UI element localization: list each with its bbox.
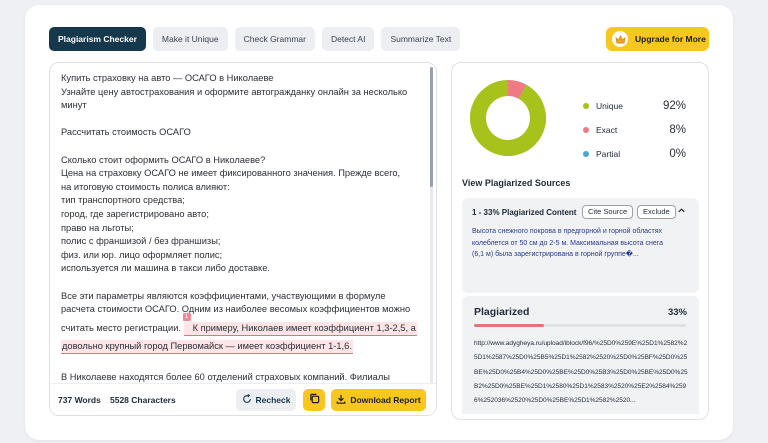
editor-scrollbar[interactable] xyxy=(430,67,433,385)
text-line-highlighted: считать место регистрации. 1К примеру, Н… xyxy=(61,312,423,336)
refresh-icon xyxy=(242,394,252,406)
tab-summarize-text[interactable]: Summarize Text xyxy=(381,27,461,51)
character-count: 5528 Characters xyxy=(110,395,176,405)
text-line: Все эти параметры являются коэффициентам… xyxy=(61,290,386,301)
results-panel: Unique 92% Exact 8% Partial 0% View Plag… xyxy=(451,62,709,420)
exact-dot-icon xyxy=(583,127,589,133)
crown-icon xyxy=(612,31,628,47)
source-card[interactable]: 1 - 33% Plagiarized Content Cite Source … xyxy=(462,198,699,293)
text-editor[interactable]: Купить страховку на авто — ОСАГО в Никол… xyxy=(49,62,437,416)
results-donut-chart xyxy=(470,80,546,156)
legend-partial: Partial 0% xyxy=(583,142,686,166)
text-line: Узнайте цену автострахования и оформите … xyxy=(61,86,408,97)
text-line: полис с франшизой / без франшизы; xyxy=(61,236,221,247)
sources-title: View Plagiarized Sources xyxy=(462,178,571,188)
legend-unique: Unique 92% xyxy=(583,94,686,118)
text-line: на итоговую стоимость полиса влияют: xyxy=(61,181,230,192)
download-icon xyxy=(336,394,346,406)
legend-label: Exact xyxy=(596,125,618,135)
results-legend: Unique 92% Exact 8% Partial 0% xyxy=(583,94,686,166)
plagiarized-title: Plagiarized xyxy=(474,306,530,318)
text-line: тип транспортного средства; xyxy=(61,195,185,206)
exclude-button[interactable]: Exclude xyxy=(637,205,676,219)
upgrade-button[interactable]: Upgrade for More xyxy=(606,27,709,51)
text-line: Сколько стоит оформить ОСАГО в Николаеве… xyxy=(61,154,266,165)
legend-value: 92% xyxy=(662,100,686,112)
plagiarized-progress-bar xyxy=(474,324,686,327)
unique-dot-icon xyxy=(583,103,589,109)
plagiarized-section: Plagiarized 33% http://www.adygheya.ru/u… xyxy=(462,296,699,414)
source-url-link[interactable]: http://www.adygheya.ru/upload/iblock/f96… xyxy=(474,337,689,408)
highlight-text: К примеру, Николаев имеет коэффициент 1,… xyxy=(192,322,416,333)
legend-label: Unique xyxy=(596,101,623,111)
tab-detect-ai[interactable]: Detect AI xyxy=(321,27,375,51)
legend-value: 8% xyxy=(669,124,686,136)
text-line: минут xyxy=(61,100,87,111)
text-line: используется ли машина в такси либо дост… xyxy=(61,263,270,274)
tab-check-grammar[interactable]: Check Grammar xyxy=(234,27,315,51)
editor-footer: 737 Words 5528 Characters Recheck Downlo… xyxy=(50,383,436,415)
text-line: город, где зарегистрировано авто; xyxy=(61,208,209,219)
match-marker: 1 xyxy=(182,312,191,321)
plagiarism-highlight[interactable]: довольно крупный город Первомайск — имее… xyxy=(61,340,353,355)
text-line: право на льготы; xyxy=(61,222,134,233)
upgrade-label: Upgrade for More xyxy=(635,34,706,44)
tab-make-it-unique[interactable]: Make it Unique xyxy=(152,27,228,51)
download-report-button[interactable]: Download Report xyxy=(331,389,426,411)
source-heading: 1 - 33% Plagiarized Content xyxy=(472,208,577,217)
chevron-up-icon[interactable] xyxy=(677,206,686,217)
legend-exact: Exact 8% xyxy=(583,118,686,142)
partial-dot-icon xyxy=(583,151,589,157)
tool-tabs: Plagiarism Checker Make it Unique Check … xyxy=(49,27,461,51)
text-line: расчета стоимости ОСАГО. Одним из наибол… xyxy=(61,304,411,315)
download-label: Download Report xyxy=(350,395,421,405)
plagiarized-percent: 33% xyxy=(667,307,687,318)
recheck-button[interactable]: Recheck xyxy=(236,389,296,411)
plagiarism-highlight[interactable]: 1К примеру, Николаев имеет коэффициент 1… xyxy=(182,312,417,336)
editor-content[interactable]: Купить страховку на авто — ОСАГО в Никол… xyxy=(61,72,423,386)
text-line-highlighted: довольно крупный город Первомайск — имее… xyxy=(61,340,423,355)
legend-label: Partial xyxy=(596,149,621,159)
recheck-label: Recheck xyxy=(255,395,291,405)
progress-fill xyxy=(474,324,544,327)
copy-button[interactable] xyxy=(303,389,325,411)
text-line: Рассчитать стоимость ОСАГО xyxy=(61,127,191,138)
scrollbar-thumb[interactable] xyxy=(430,67,433,187)
text-plain: считать место регистрации. xyxy=(61,322,181,333)
tab-plagiarism-checker[interactable]: Plagiarism Checker xyxy=(49,27,146,51)
word-count: 737 Words xyxy=(58,395,101,405)
text-line: Купить страховку на авто — ОСАГО в Никол… xyxy=(61,73,274,83)
legend-value: 0% xyxy=(669,148,686,160)
copy-icon xyxy=(309,391,320,409)
cite-source-button[interactable]: Cite Source xyxy=(582,205,634,219)
text-line: Цена на страховку ОСАГО не имеет фиксиро… xyxy=(61,168,401,179)
source-snippet: Высота снежного покрова в предгорной и г… xyxy=(472,228,664,259)
text-line: физ. или юр. лицо оформляет полис; xyxy=(61,249,223,260)
